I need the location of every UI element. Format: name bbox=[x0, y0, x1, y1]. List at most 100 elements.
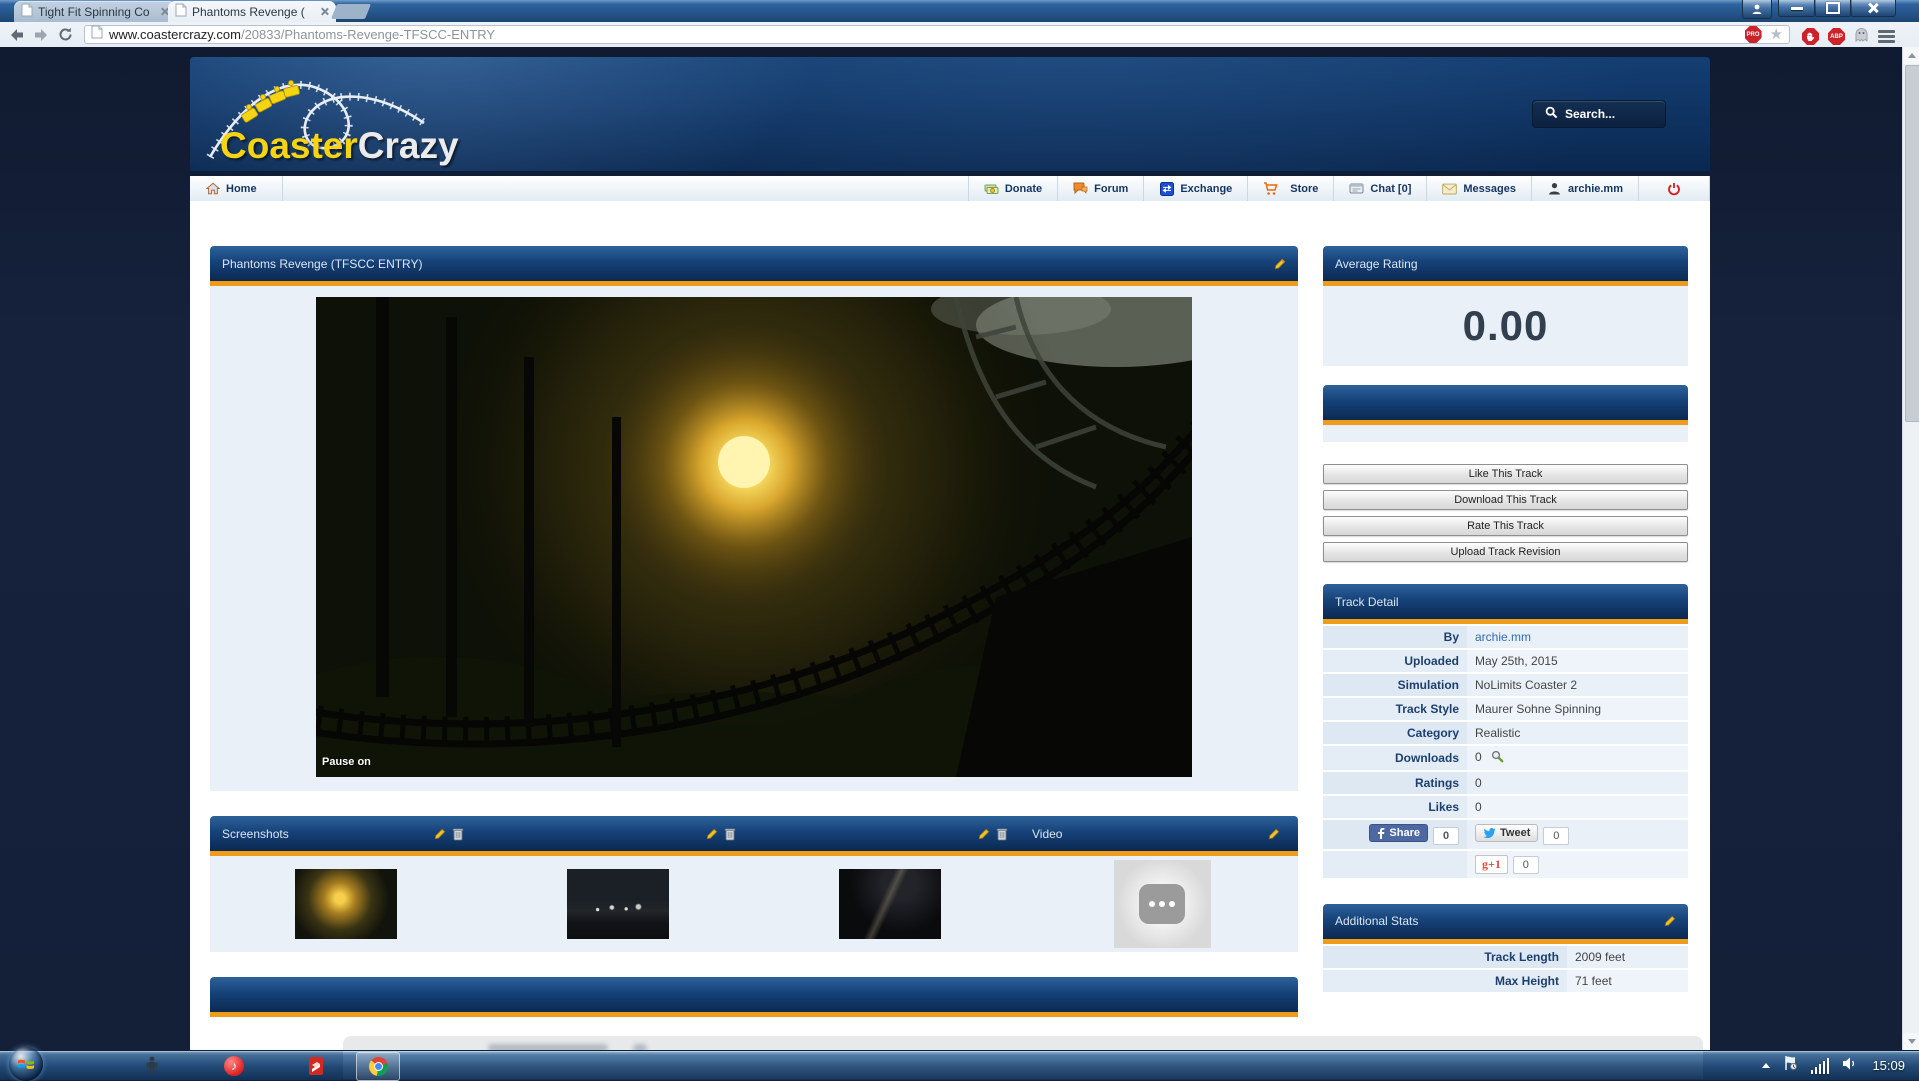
additional-stats-table: Track Length 2009 feet Max Height 71 fee… bbox=[1323, 944, 1688, 994]
network-signal-icon[interactable] bbox=[1811, 1058, 1830, 1074]
user-icon bbox=[1547, 181, 1562, 196]
main-navigation: Home Donate Forum Exchange bbox=[190, 176, 1710, 201]
table-row: Ratings 0 bbox=[1323, 772, 1688, 794]
accent-bar bbox=[210, 1012, 1298, 1017]
taskbar-app-icon-1[interactable] bbox=[140, 1054, 164, 1078]
table-row: Downloads 0 bbox=[1323, 746, 1688, 770]
track-detail-header: Track Detail bbox=[1323, 584, 1688, 619]
download-track-button[interactable]: Download This Track bbox=[1323, 490, 1688, 510]
track-detail-table: By archie.mm Uploaded May 25th, 2015 Sim… bbox=[1323, 624, 1688, 880]
nav-item-forum[interactable]: Forum bbox=[1058, 176, 1144, 201]
browser-tab-inactive[interactable]: Tight Fit Spinning Co bbox=[14, 1, 176, 22]
browser-tab-active[interactable]: Phantoms Revenge ( bbox=[168, 1, 336, 22]
minimize-button[interactable] bbox=[1778, 0, 1816, 17]
new-tab-button[interactable] bbox=[331, 4, 371, 19]
menu-hamburger-icon[interactable] bbox=[1878, 30, 1895, 43]
delete-screenshot-2-trash-icon[interactable] bbox=[724, 827, 736, 841]
pro-extension-icon[interactable]: PRO bbox=[1745, 26, 1762, 43]
tweet-button[interactable]: Tweet bbox=[1475, 824, 1538, 842]
scroll-up-arrow[interactable] bbox=[1903, 47, 1919, 64]
empty-sidebar-panel-body bbox=[1323, 425, 1688, 442]
chat-icon bbox=[1349, 181, 1364, 196]
url-text: www.coastercrazy.com/20833/Phantoms-Reve… bbox=[109, 27, 495, 42]
track-title: Phantoms Revenge (TFSCC ENTRY) bbox=[222, 257, 423, 271]
tab-close-icon[interactable] bbox=[320, 7, 329, 16]
table-row: Share 0 Tweet 0 bbox=[1323, 820, 1688, 849]
screenshot-thumbnail-3[interactable] bbox=[839, 869, 941, 939]
facebook-share-button[interactable]: Share bbox=[1369, 824, 1428, 842]
extension-row: ABP bbox=[1802, 26, 1895, 47]
nav-item-donate[interactable]: Donate bbox=[969, 176, 1058, 201]
upload-revision-button[interactable]: Upload Track Revision bbox=[1323, 542, 1688, 562]
sketchup-taskbar-icon[interactable] bbox=[304, 1054, 328, 1078]
tray-expand-arrow[interactable] bbox=[1762, 1063, 1770, 1068]
ghost-extension-icon[interactable] bbox=[1854, 26, 1869, 47]
table-row: g+10 bbox=[1323, 851, 1688, 878]
screenshots-header-bar: Screenshots Video bbox=[210, 816, 1298, 851]
action-center-flag-icon[interactable] bbox=[1783, 1055, 1798, 1076]
nav-item-exchange[interactable]: Exchange bbox=[1144, 176, 1248, 201]
nav-item-home[interactable]: Home bbox=[190, 176, 283, 201]
table-row: Likes 0 bbox=[1323, 796, 1688, 818]
average-rating-value: 0.00 bbox=[1323, 286, 1688, 366]
scrollbar-thumb[interactable] bbox=[1905, 65, 1919, 422]
profile-button[interactable] bbox=[1742, 0, 1772, 19]
stop-hand-extension-icon[interactable] bbox=[1802, 28, 1819, 45]
tweet-count: 0 bbox=[1543, 827, 1569, 845]
store-cart-icon bbox=[1263, 181, 1278, 196]
chrome-taskbar-button[interactable] bbox=[356, 1052, 400, 1081]
forward-button[interactable] bbox=[30, 25, 52, 44]
system-tray: 15:09 bbox=[1762, 1051, 1905, 1080]
google-plus-one-button[interactable]: g+1 bbox=[1475, 855, 1508, 874]
address-bar[interactable]: www.coastercrazy.com/20833/Phantoms-Reve… bbox=[84, 25, 1790, 44]
screenshot-thumbnail-2[interactable] bbox=[567, 869, 669, 939]
logo-text: CoasterCrazy bbox=[220, 125, 459, 167]
nav-item-chat[interactable]: Chat [0] bbox=[1334, 176, 1427, 201]
edit-video-pencil-icon[interactable] bbox=[1268, 828, 1280, 840]
like-track-button[interactable]: Like This Track bbox=[1323, 464, 1688, 484]
volume-speaker-icon[interactable] bbox=[1842, 1056, 1859, 1076]
video-player[interactable] bbox=[316, 297, 1192, 777]
nav-item-messages[interactable]: Messages bbox=[1427, 176, 1532, 201]
edit-stats-pencil-icon[interactable] bbox=[1664, 915, 1676, 927]
coastercrazy-logo[interactable]: CoasterCrazy bbox=[202, 59, 602, 171]
screenshots-title: Screenshots bbox=[222, 827, 289, 841]
edit-screenshot-2-pencil-icon[interactable] bbox=[706, 828, 718, 840]
delete-screenshot-1-trash-icon[interactable] bbox=[452, 827, 464, 841]
nav-item-user[interactable]: archie.mm bbox=[1532, 176, 1639, 201]
reload-button[interactable] bbox=[54, 25, 76, 44]
bookmark-star-icon[interactable]: ★ bbox=[1770, 27, 1783, 42]
tab-title: Tight Fit Spinning Co bbox=[38, 5, 160, 19]
itunes-taskbar-icon[interactable]: ♪ bbox=[222, 1054, 246, 1078]
scroll-down-arrow[interactable] bbox=[1903, 1033, 1919, 1050]
nav-spacer bbox=[283, 176, 969, 201]
downloads-magnifier-icon[interactable] bbox=[1491, 750, 1504, 766]
delete-screenshot-3-trash-icon[interactable] bbox=[996, 827, 1008, 841]
taskbar-clock[interactable]: 15:09 bbox=[1872, 1058, 1905, 1073]
chrome-icon bbox=[369, 1057, 388, 1076]
pause-overlay-text: Pause on bbox=[322, 756, 371, 768]
video-thumbnail-placeholder[interactable] bbox=[1114, 860, 1211, 948]
author-link[interactable]: archie.mm bbox=[1475, 630, 1531, 644]
close-button[interactable] bbox=[1850, 0, 1896, 17]
rate-track-button[interactable]: Rate This Track bbox=[1323, 516, 1688, 536]
back-button[interactable] bbox=[6, 25, 28, 44]
table-row: By archie.mm bbox=[1323, 626, 1688, 648]
abp-extension-icon[interactable]: ABP bbox=[1828, 28, 1845, 45]
page-scrollbar[interactable] bbox=[1902, 47, 1919, 1050]
search-icon bbox=[1545, 106, 1558, 122]
start-button[interactable] bbox=[9, 1047, 43, 1081]
table-row: Simulation NoLimits Coaster 2 bbox=[1323, 674, 1688, 696]
video-section-title: Video bbox=[1032, 827, 1062, 841]
edit-title-pencil-icon[interactable] bbox=[1274, 258, 1286, 270]
average-rating-header: Average Rating bbox=[1323, 246, 1688, 281]
donate-icon bbox=[984, 181, 999, 196]
screenshot-thumbnail-1[interactable] bbox=[295, 869, 397, 939]
edit-screenshot-3-pencil-icon[interactable] bbox=[978, 828, 990, 840]
power-icon bbox=[1667, 181, 1682, 196]
nav-item-logout[interactable] bbox=[1639, 176, 1710, 201]
search-button[interactable]: Search... bbox=[1532, 100, 1666, 128]
maximize-button[interactable] bbox=[1814, 0, 1852, 17]
edit-screenshot-1-pencil-icon[interactable] bbox=[434, 828, 446, 840]
nav-item-store[interactable]: Store bbox=[1248, 176, 1334, 201]
